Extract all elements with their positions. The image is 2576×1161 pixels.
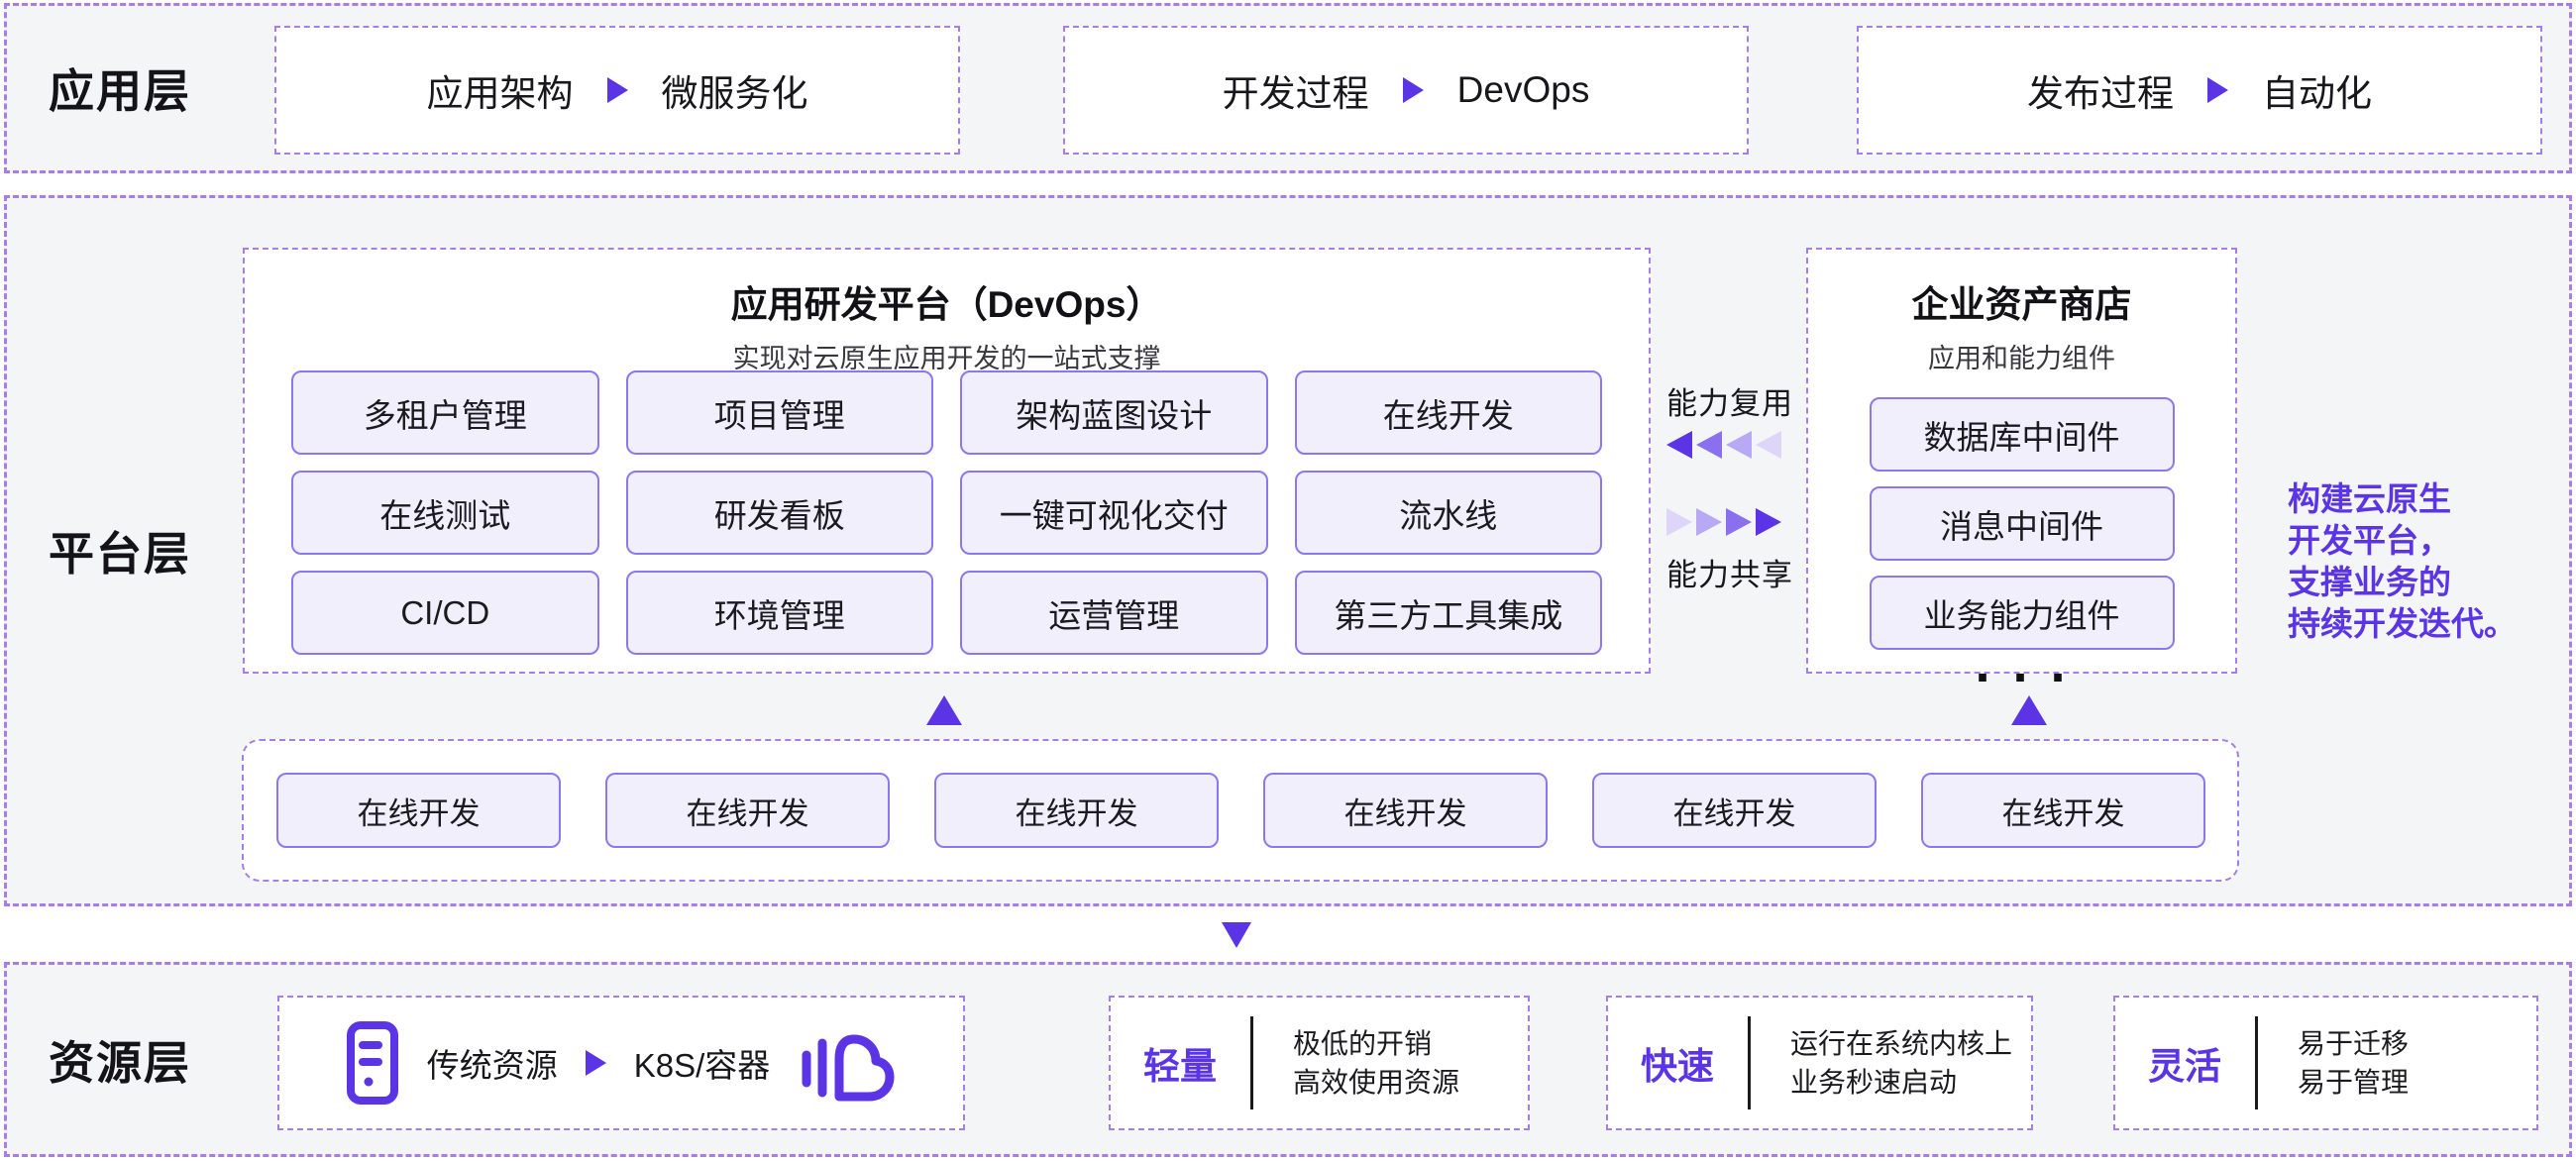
dev-process-box: 开发过程 DevOps	[1063, 26, 1749, 155]
arrows-right-icon	[1666, 508, 1805, 536]
capability-grid: 多租户管理 项目管理 架构蓝图设计 在线开发 在线测试 研发看板 一键可视化交付…	[291, 370, 1602, 655]
asset-panel-title: 企业资产商店	[1808, 274, 2235, 328]
resource-to: K8S/容器	[634, 1039, 771, 1087]
asset-card: 数据库中间件	[1870, 397, 2175, 472]
arrow-up-icon	[926, 695, 962, 725]
platform-layer-section: 平台层 应用研发平台（DevOps） 实现对云原生应用开发的一站式支撑 多租户管…	[4, 195, 2572, 906]
feature-name: 灵活	[2148, 1036, 2251, 1090]
arrow-right-icon	[586, 1050, 606, 1076]
platform-note: 构建云原生 开发平台， 支撑业务的 持续开发迭代。	[2288, 478, 2565, 645]
divider	[2255, 1016, 2258, 1109]
feature-desc: 运行在系统内核上 业务秒速启动	[1790, 1024, 2012, 1102]
release-process-box: 发布过程 自动化	[1857, 26, 2542, 155]
capability-card: 在线测试	[291, 471, 599, 555]
resource-layer-section: 资源层 传统资源 K8S/容器 轻量 极低的开销 高效使用资源 快速	[4, 962, 2572, 1157]
arrow-right-icon	[1403, 77, 1424, 103]
app-layer-label: 应用层	[49, 55, 191, 121]
asset-card: 业务能力组件	[1870, 576, 2175, 650]
online-dev-card: 在线开发	[1263, 773, 1548, 848]
divider	[1250, 1016, 1253, 1109]
app-architecture-box: 应用架构 微服务化	[274, 26, 960, 155]
online-dev-card: 在线开发	[605, 773, 890, 848]
cloud-container-icon	[798, 1021, 897, 1105]
capability-card: 环境管理	[626, 571, 934, 655]
feature-name: 快速	[1641, 1036, 1744, 1090]
app-architecture-from: 应用架构	[427, 63, 574, 117]
online-dev-row: 在线开发 在线开发 在线开发 在线开发 在线开发 在线开发	[242, 739, 2239, 882]
asset-item-list: 数据库中间件 消息中间件 业务能力组件	[1870, 397, 2175, 650]
arrows-left-icon	[1666, 431, 1805, 459]
capability-card: 多租户管理	[291, 370, 599, 455]
asset-more-dots: ···	[1808, 654, 2235, 701]
feature-fast-box: 快速 运行在系统内核上 业务秒速启动	[1606, 996, 2033, 1130]
feature-desc: 极低的开销 高效使用资源	[1293, 1024, 1459, 1102]
devops-platform-panel: 应用研发平台（DevOps） 实现对云原生应用开发的一站式支撑 多租户管理 项目…	[243, 248, 1651, 674]
devops-panel-title: 应用研发平台（DevOps）	[245, 274, 1649, 328]
asset-card: 消息中间件	[1870, 486, 2175, 561]
app-architecture-to: 微服务化	[662, 63, 808, 117]
capability-reuse-label: 能力复用	[1666, 378, 1805, 423]
online-dev-card: 在线开发	[1592, 773, 1877, 848]
release-process-from: 发布过程	[2027, 63, 2174, 117]
arrow-up-icon	[2011, 695, 2047, 725]
divider	[1748, 1016, 1751, 1109]
arrow-down-icon	[1222, 922, 1251, 948]
feature-flexible-box: 灵活 易于迁移 易于管理	[2113, 996, 2538, 1130]
feature-desc: 易于迁移 易于管理	[2298, 1024, 2409, 1102]
online-dev-card: 在线开发	[1921, 773, 2205, 848]
capability-card: 一键可视化交付	[960, 471, 1268, 555]
asset-store-panel: 企业资产商店 应用和能力组件 数据库中间件 消息中间件 业务能力组件 ···	[1806, 248, 2237, 674]
capability-card: 架构蓝图设计	[960, 370, 1268, 455]
feature-light-box: 轻量 极低的开销 高效使用资源	[1109, 996, 1530, 1130]
resource-layer-label: 资源层	[49, 1027, 191, 1093]
capability-card: 第三方工具集成	[1295, 571, 1603, 655]
capability-card: 项目管理	[626, 370, 934, 455]
capability-card: CI/CD	[291, 571, 599, 655]
app-layer-section: 应用层 应用架构 微服务化 开发过程 DevOps 发布过程 自动化	[4, 3, 2572, 173]
release-process-to: 自动化	[2262, 63, 2372, 117]
online-dev-card: 在线开发	[276, 773, 561, 848]
platform-layer-label: 平台层	[49, 518, 191, 583]
feature-name: 轻量	[1143, 1036, 1246, 1090]
capability-card: 研发看板	[626, 471, 934, 555]
resource-from: 传统资源	[427, 1039, 558, 1087]
dev-process-from: 开发过程	[1223, 63, 1369, 117]
online-dev-card: 在线开发	[934, 773, 1219, 848]
server-icon	[346, 1020, 399, 1106]
dev-process-to: DevOps	[1457, 69, 1590, 111]
asset-panel-subtitle: 应用和能力组件	[1808, 337, 2235, 375]
resource-transition-box: 传统资源 K8S/容器	[277, 996, 965, 1130]
capability-exchange: 能力复用 能力共享	[1666, 378, 1805, 594]
arrow-right-icon	[2207, 77, 2228, 103]
capability-card: 在线开发	[1295, 370, 1603, 455]
cloud-native-architecture-diagram: 应用层 应用架构 微服务化 开发过程 DevOps 发布过程 自动化 平台层 应…	[0, 0, 2576, 1161]
capability-card: 流水线	[1295, 471, 1603, 555]
arrow-right-icon	[607, 77, 628, 103]
capability-share-label: 能力共享	[1666, 550, 1805, 594]
capability-card: 运营管理	[960, 571, 1268, 655]
